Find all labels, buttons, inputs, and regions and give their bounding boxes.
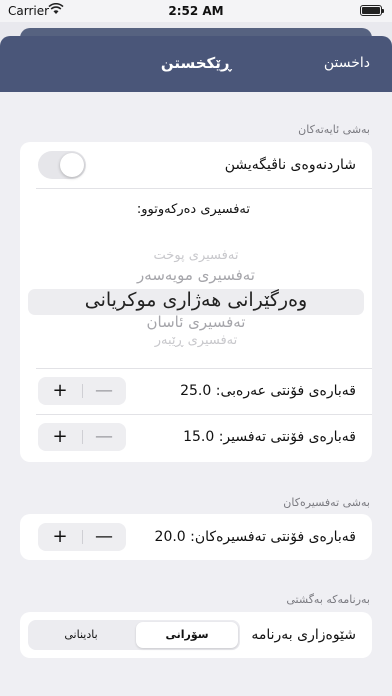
arabic-font-stepper: + — bbox=[38, 377, 126, 405]
picker-option[interactable]: تەفسیری ڕێبەر bbox=[20, 333, 372, 348]
verses-card: شاردنەوەی ناڤیگەیشن تەفسیری دەرکەوتوو: ت… bbox=[20, 142, 372, 462]
program-mode-row: سۆرانی بادینانی شێوەزاری بەرنامە bbox=[20, 612, 372, 658]
arabic-font-size-row: + — قەبارەی فۆنتی عەرەبی: 25.0 bbox=[20, 368, 372, 414]
dialect-segmented-control: سۆرانی بادینانی bbox=[28, 620, 240, 650]
segment-sorani[interactable]: سۆرانی bbox=[136, 622, 238, 648]
decrease-button[interactable]: — bbox=[82, 377, 126, 405]
toggle-knob bbox=[60, 153, 84, 177]
decrease-button[interactable]: — bbox=[82, 523, 126, 551]
app-card: سۆرانی بادینانی شێوەزاری بەرنامە bbox=[20, 612, 372, 658]
battery-icon bbox=[360, 5, 384, 16]
hide-navigation-label: شاردنەوەی ناڤیگەیشن bbox=[224, 157, 356, 173]
tafsir-font-size-row: + — قەبارەی فۆنتی تەفسیر: 15.0 bbox=[20, 414, 372, 460]
decrease-button[interactable]: — bbox=[82, 423, 126, 451]
picker-option[interactable]: تەفسیری پوخت bbox=[20, 248, 372, 263]
picker-option[interactable]: تەفسیری ئاسان bbox=[20, 313, 372, 331]
tafsirs-font-stepper: + — bbox=[38, 523, 126, 551]
section-header-tafsirs: بەشی تەفسیرەکان bbox=[283, 496, 370, 509]
settings-content[interactable]: بەشی ئایەتەکان شاردنەوەی ناڤیگەیشن تەفسی… bbox=[0, 92, 392, 696]
segment-badini[interactable]: بادینانی bbox=[30, 622, 132, 648]
picker-option-selected[interactable]: وەرگێرانی هەژاری موکریانی bbox=[20, 289, 372, 311]
tafsirs-card: + — قەبارەی فۆنتی تەفسیرەکان: 20.0 bbox=[20, 514, 372, 560]
hide-navigation-row: شاردنەوەی ناڤیگەیشن bbox=[20, 142, 372, 188]
navigation-bar: ڕێکخستن داخستن bbox=[0, 36, 392, 92]
tafsir-picker-label: تەفسیری دەرکەوتوو: bbox=[136, 202, 250, 217]
tafsir-picker-row: تەفسیری دەرکەوتوو: تەفسیری پوخت تەفسیری … bbox=[20, 188, 372, 368]
tafsir-font-stepper: + — bbox=[38, 423, 126, 451]
increase-button[interactable]: + bbox=[38, 377, 82, 405]
tafsirs-font-size-row: + — قەبارەی فۆنتی تەفسیرەکان: 20.0 bbox=[20, 514, 372, 560]
tafsir-font-size-label: قەبارەی فۆنتی تەفسیر: 15.0 bbox=[183, 429, 356, 445]
hide-navigation-toggle[interactable] bbox=[38, 151, 86, 179]
increase-button[interactable]: + bbox=[38, 423, 82, 451]
program-mode-label: شێوەزاری بەرنامە bbox=[251, 627, 356, 643]
section-header-verses: بەشی ئایەتەکان bbox=[298, 123, 370, 136]
tafsirs-font-size-label: قەبارەی فۆنتی تەفسیرەکان: 20.0 bbox=[154, 529, 356, 545]
close-button[interactable]: داخستن bbox=[324, 55, 370, 71]
status-time: 2:52 AM bbox=[168, 4, 224, 18]
section-header-app: بەرنامەکە بەگشتی bbox=[286, 593, 370, 606]
picker-option[interactable]: تەفسیری مویەسەر bbox=[20, 266, 372, 284]
arabic-font-size-label: قەبارەی فۆنتی عەرەبی: 25.0 bbox=[180, 383, 356, 399]
increase-button[interactable]: + bbox=[38, 523, 82, 551]
status-bar: Carrier 2:52 AM bbox=[0, 0, 392, 22]
